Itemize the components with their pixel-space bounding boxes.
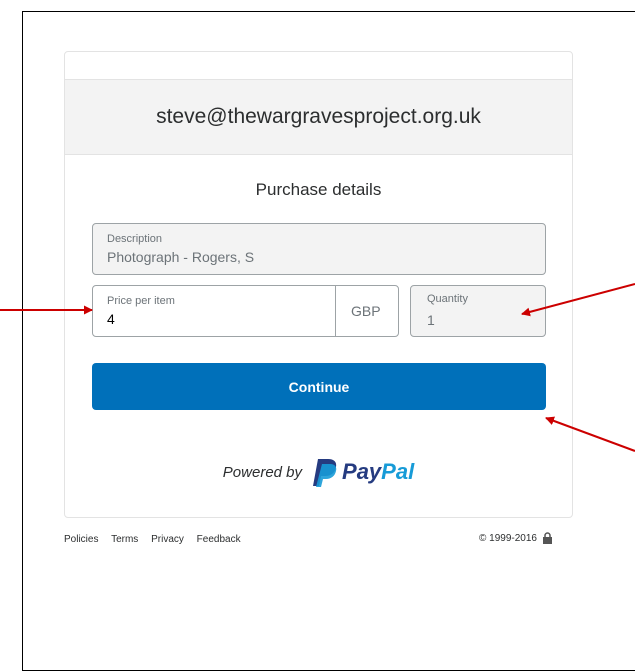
annotation-arrow-quantity <box>521 283 635 317</box>
annotation-overlay <box>0 283 635 452</box>
annotation-arrow-continue <box>545 416 635 452</box>
